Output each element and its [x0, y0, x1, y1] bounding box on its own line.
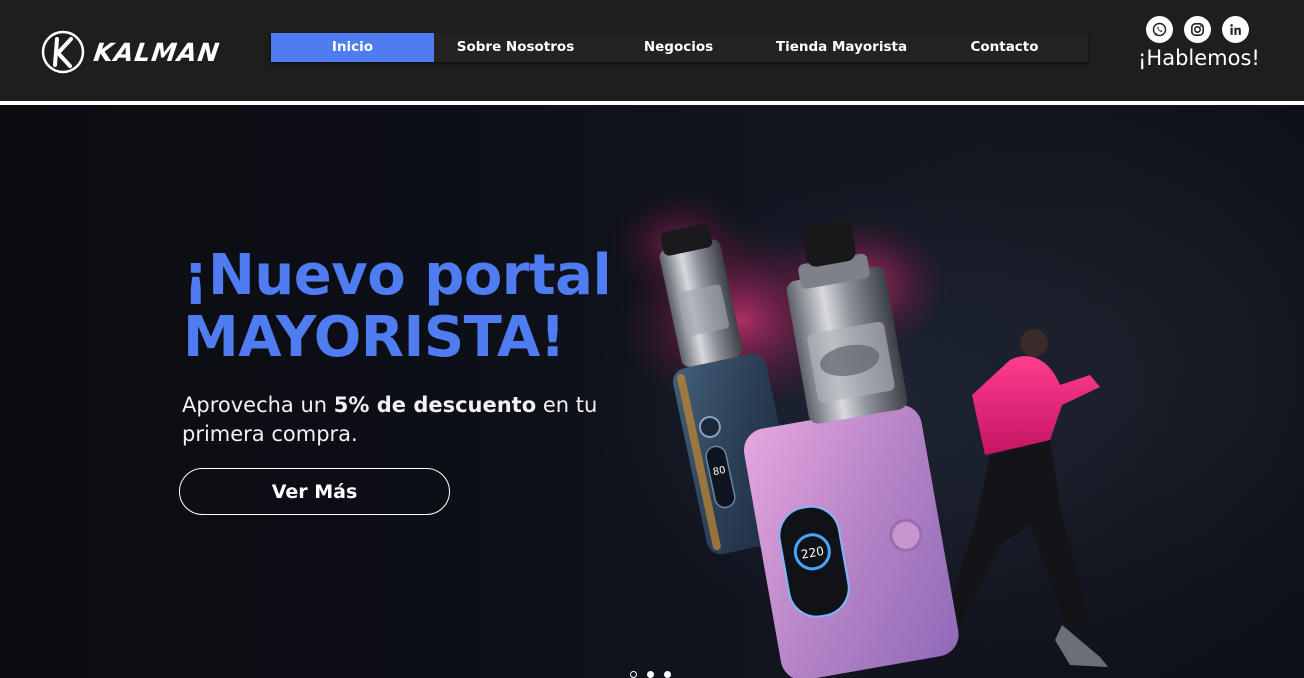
nav-item-tienda-mayorista[interactable]: Tienda Mayorista — [760, 33, 923, 62]
hero-headline-line2: MAYORISTA! — [183, 305, 565, 370]
site-header: KALMAN Inicio Sobre Nosotros Negocios Ti… — [0, 0, 1304, 101]
ver-mas-button[interactable]: Ver Más — [179, 468, 450, 515]
hablemos-link[interactable]: ¡Hablemos! — [1138, 46, 1260, 70]
nav-item-sobre-nosotros[interactable]: Sobre Nosotros — [434, 33, 597, 62]
slider-pagination — [630, 671, 671, 678]
social-links — [1146, 16, 1249, 43]
hero-subtext-pre: Aprovecha un — [182, 393, 334, 417]
slide-dot-2[interactable] — [647, 671, 654, 678]
whatsapp-link[interactable] — [1146, 16, 1173, 43]
runner-figure — [945, 329, 1108, 667]
hero-headline: ¡Nuevo portal MAYORISTA! — [183, 243, 612, 370]
hero-subtext: Aprovecha un 5% de descuento en tu prime… — [182, 391, 642, 449]
slide-dot-3[interactable] — [664, 671, 671, 678]
main-nav: Inicio Sobre Nosotros Negocios Tienda Ma… — [271, 33, 1088, 62]
hero-headline-line1: ¡Nuevo portal — [183, 243, 612, 308]
hero-slider: 80 220 ¡Nuevo portal MAYORISTA! Aprovech… — [0, 105, 1304, 678]
linkedin-icon — [1230, 24, 1241, 35]
nav-item-negocios[interactable]: Negocios — [597, 33, 760, 62]
kalman-logo-icon — [41, 30, 85, 74]
instagram-icon — [1191, 23, 1204, 36]
nav-item-contacto[interactable]: Contacto — [923, 33, 1086, 62]
slide-dot-1[interactable] — [630, 671, 637, 678]
brand-name: KALMAN — [91, 37, 222, 67]
brand-logo[interactable]: KALMAN — [40, 28, 222, 76]
instagram-link[interactable] — [1184, 16, 1211, 43]
hero-subtext-discount: 5% de descuento — [333, 393, 537, 417]
linkedin-link[interactable] — [1222, 16, 1249, 43]
whatsapp-icon — [1152, 22, 1167, 37]
nav-item-inicio[interactable]: Inicio — [271, 33, 434, 62]
